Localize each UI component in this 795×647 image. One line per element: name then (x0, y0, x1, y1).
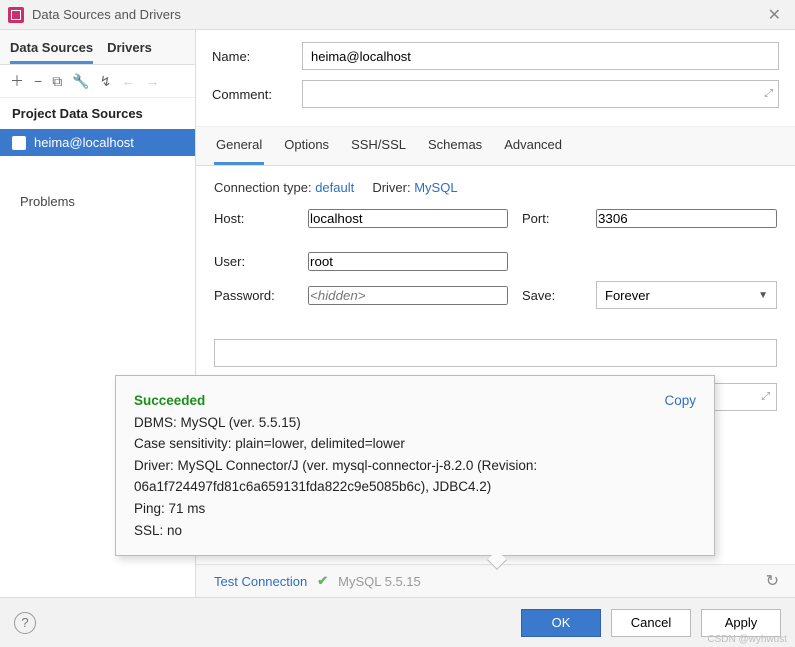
popup-line: Case sensitivity: plain=lower, delimited… (134, 433, 696, 455)
sidebar-item-label: heima@localhost (34, 135, 134, 150)
db-version: MySQL 5.5.15 (338, 574, 421, 589)
host-label: Host: (214, 211, 294, 226)
titlebar: Data Sources and Drivers ✕ (0, 0, 795, 30)
connection-line: Connection type: default Driver: MySQL (214, 180, 777, 195)
driver-link[interactable]: MySQL (414, 180, 457, 195)
password-input[interactable] (308, 286, 508, 305)
copy-link[interactable]: Copy (664, 390, 696, 412)
popup-title: Succeeded (134, 390, 205, 412)
user-input[interactable] (308, 252, 508, 271)
forward-icon[interactable]: → (145, 73, 159, 89)
popup-line: Ping: 71 ms (134, 498, 696, 520)
problems-section[interactable]: Problems (0, 186, 195, 217)
popup-line: Driver: MySQL Connector/J (ver. mysql-co… (134, 455, 696, 498)
port-input[interactable] (596, 209, 777, 228)
subtab-ssh-ssl[interactable]: SSH/SSL (349, 127, 408, 165)
save-select[interactable]: Forever ▼ (596, 281, 777, 309)
cancel-button[interactable]: Cancel (611, 609, 691, 637)
close-icon[interactable]: ✕ (762, 5, 787, 25)
wrench-icon[interactable]: 🔧 (72, 73, 89, 90)
subtab-options[interactable]: Options (282, 127, 331, 165)
sidebar-toolbar: ＋ − ⧉ 🔧 ↯ ← → (0, 65, 195, 98)
add-icon[interactable]: ＋ (10, 71, 24, 91)
connection-type-link[interactable]: default (315, 180, 354, 195)
subtab-general[interactable]: General (214, 127, 264, 165)
test-connection-link[interactable]: Test Connection (214, 574, 307, 589)
port-label: Port: (522, 211, 582, 226)
window-title: Data Sources and Drivers (32, 7, 762, 22)
database-input-partial[interactable] (214, 339, 777, 367)
section-project-data-sources: Project Data Sources (0, 98, 195, 129)
tab-data-sources[interactable]: Data Sources (10, 36, 93, 64)
test-result-popup: Succeeded Copy DBMS: MySQL (ver. 5.5.15)… (115, 375, 715, 556)
expand-icon[interactable]: ⤢ (764, 88, 773, 101)
apply-button[interactable]: Apply (701, 609, 781, 637)
datasource-icon (12, 136, 26, 150)
app-icon (8, 7, 24, 23)
form-top: Name: Comment: ⤢ (196, 30, 795, 127)
name-input[interactable] (302, 42, 779, 70)
popup-line: DBMS: MySQL (ver. 5.5.15) (134, 412, 696, 434)
name-label: Name: (212, 49, 292, 64)
expand-icon[interactable]: ⤢ (761, 391, 770, 404)
watermark: CSDN @wyhwust (707, 634, 787, 645)
driver-label: Driver: (372, 180, 410, 195)
comment-label: Comment: (212, 87, 292, 102)
save-label: Save: (522, 288, 582, 303)
comment-input[interactable] (302, 80, 779, 108)
password-label: Password: (214, 288, 294, 303)
revert-icon[interactable]: ↻ (766, 571, 779, 591)
subtabs: General Options SSH/SSL Schemas Advanced (196, 127, 795, 166)
footer: ? OK Cancel Apply (0, 597, 795, 647)
tab-drivers[interactable]: Drivers (107, 36, 152, 64)
help-icon[interactable]: ? (14, 612, 36, 634)
subtab-advanced[interactable]: Advanced (502, 127, 564, 165)
save-value: Forever (605, 288, 650, 303)
check-icon: ✔ (317, 573, 328, 589)
copy-icon[interactable]: ⧉ (52, 73, 62, 90)
remove-icon[interactable]: − (34, 73, 42, 89)
sidebar-tabs: Data Sources Drivers (0, 30, 195, 65)
user-label: User: (214, 254, 294, 269)
ok-button[interactable]: OK (521, 609, 601, 637)
back-icon[interactable]: ← (121, 73, 135, 89)
chevron-down-icon: ▼ (758, 290, 768, 301)
host-input[interactable] (308, 209, 508, 228)
popup-line: SSL: no (134, 520, 696, 542)
sidebar-item-heima[interactable]: heima@localhost (0, 129, 195, 156)
connection-type-label: Connection type: (214, 180, 312, 195)
diagnose-icon[interactable]: ↯ (100, 73, 112, 90)
subtab-schemas[interactable]: Schemas (426, 127, 484, 165)
